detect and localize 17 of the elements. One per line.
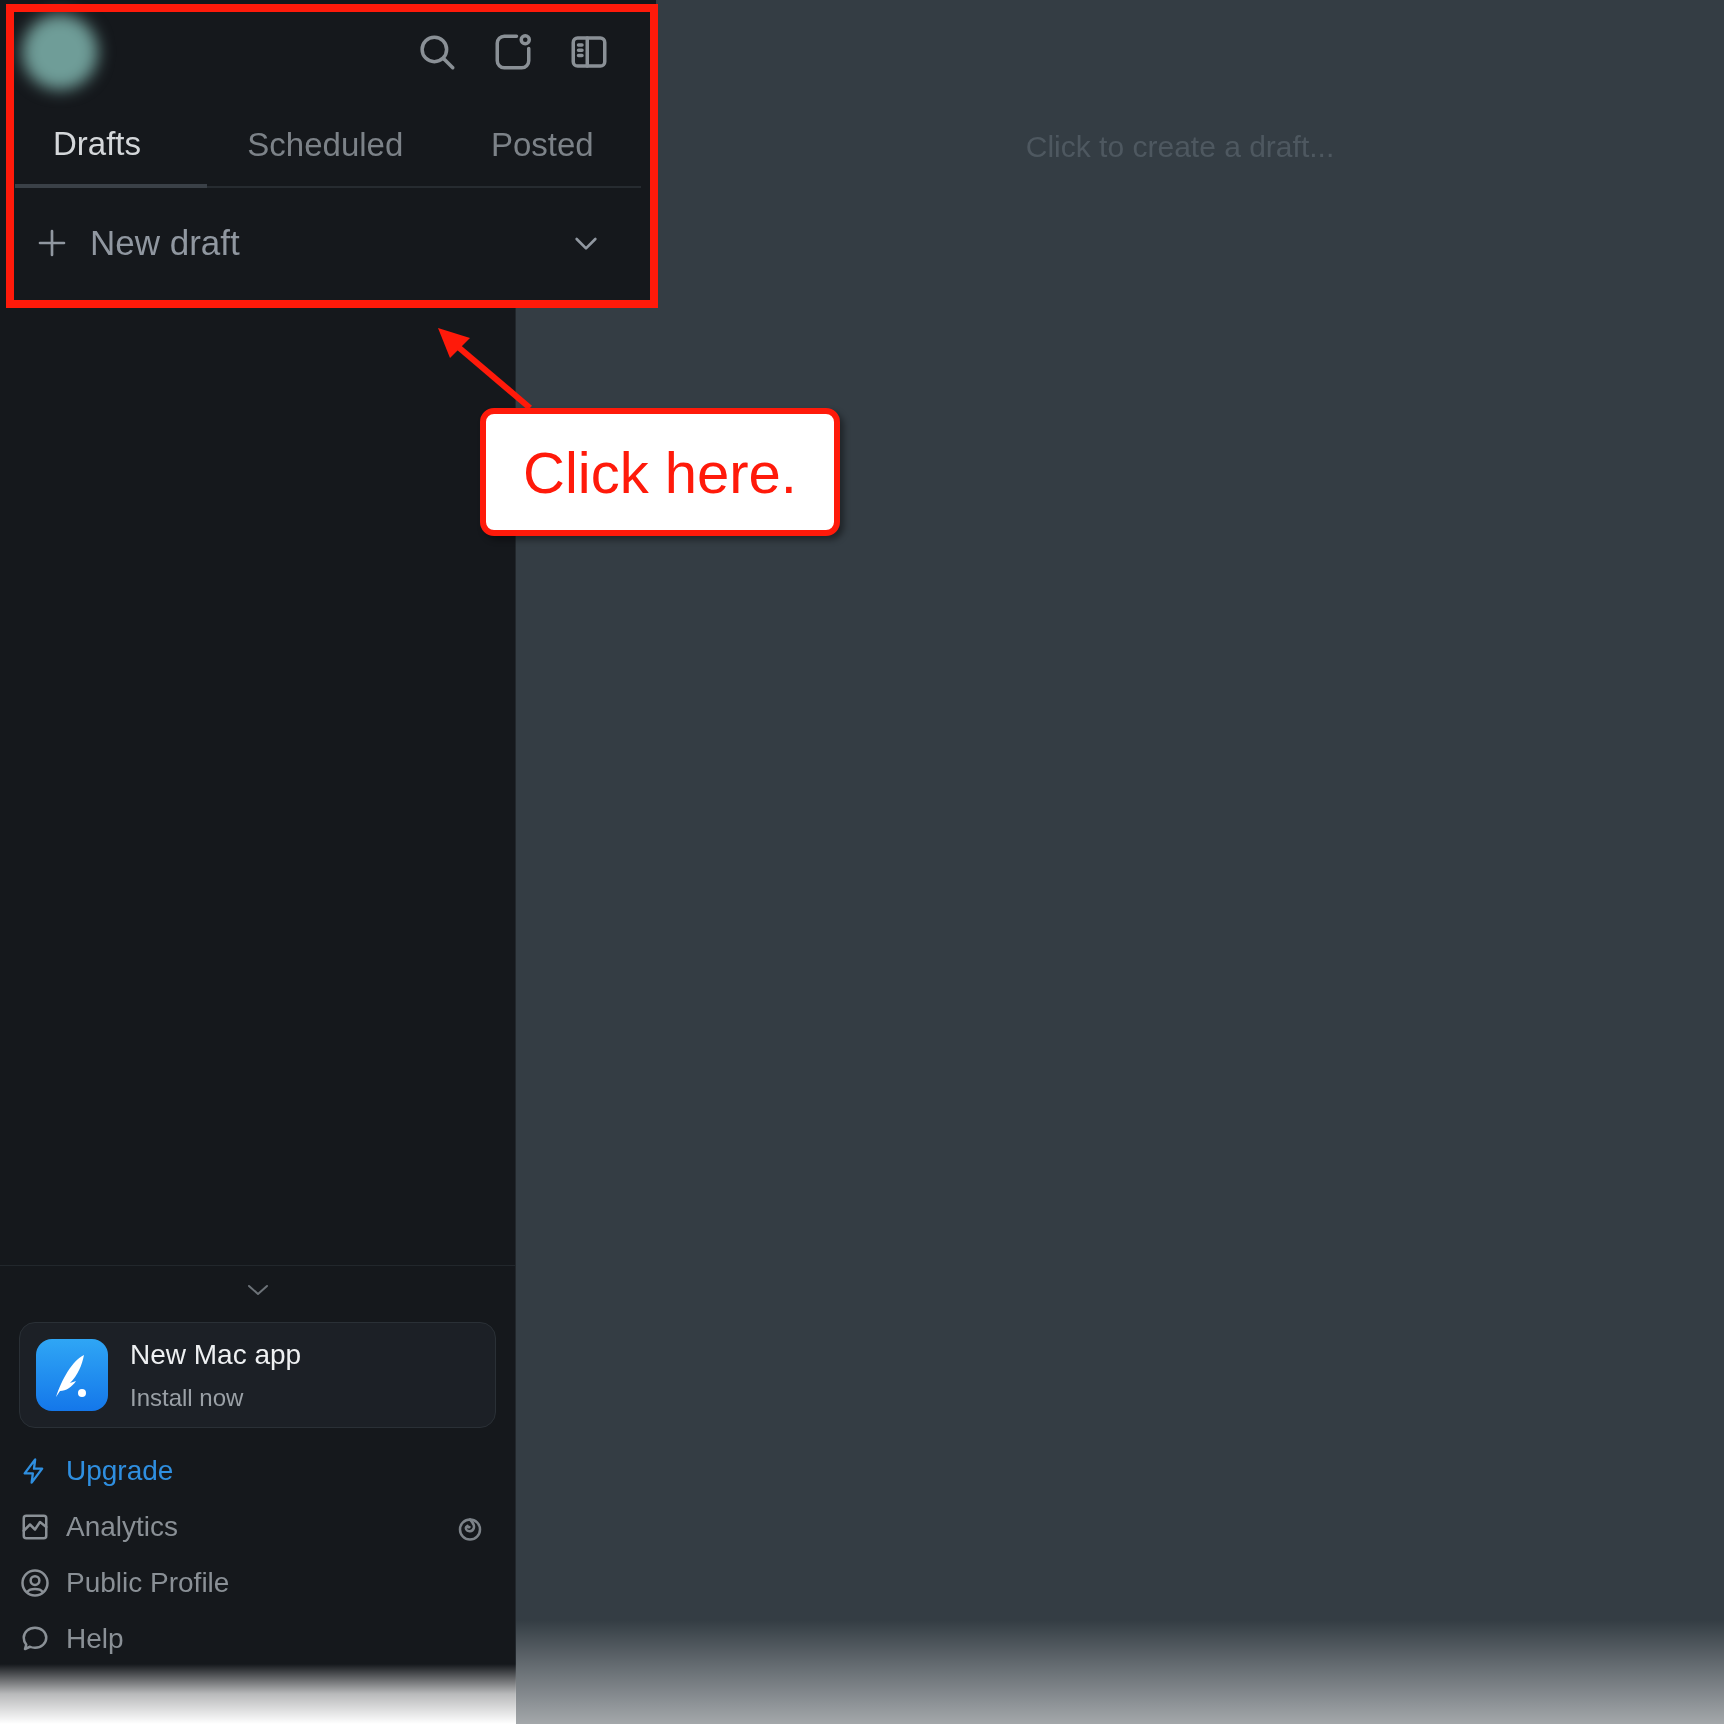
chart-icon <box>20 1512 50 1542</box>
nav-link[interactable]: Help <box>66 1618 124 1660</box>
promo-card[interactable]: New Mac app Install now <box>19 1322 496 1428</box>
feather-app-icon <box>36 1339 108 1411</box>
avatar-icon[interactable] <box>22 14 98 90</box>
nav-link[interactable]: Public Profile <box>66 1562 230 1604</box>
promo-title: New Mac app <box>130 1338 302 1372</box>
nav-link[interactable]: Upgrade <box>66 1450 174 1492</box>
tab[interactable]: Scheduled <box>206 104 444 186</box>
plus-icon <box>36 227 68 259</box>
promo-subtitle: Install now <box>130 1383 245 1413</box>
nav-link[interactable]: Analytics <box>66 1506 179 1548</box>
callout-text: Click here. <box>523 438 797 507</box>
user-icon <box>20 1568 50 1598</box>
tab[interactable]: Drafts <box>15 104 207 188</box>
new-draft-button[interactable]: New draft <box>0 188 656 298</box>
tab[interactable]: Posted <box>443 104 641 186</box>
